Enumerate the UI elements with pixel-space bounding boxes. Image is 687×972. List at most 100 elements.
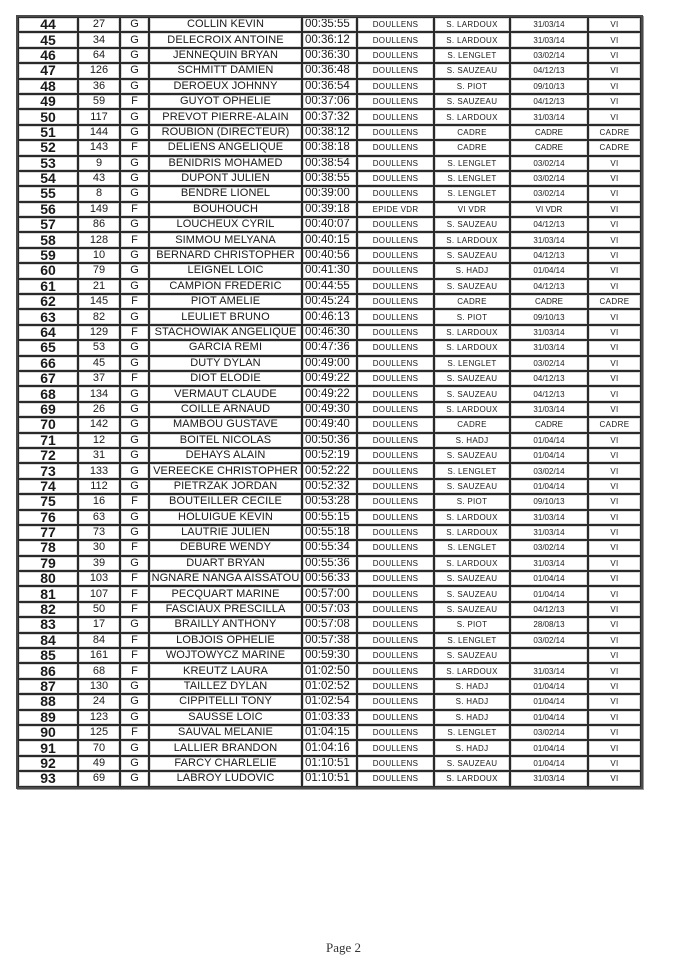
sex-value: F — [131, 295, 138, 308]
bib-value: 70 — [92, 741, 106, 754]
sex-cell: F — [120, 540, 149, 556]
date-cell: 03/02/14 — [510, 540, 588, 556]
coach-value: S. SAUZEAU — [446, 220, 498, 230]
place-cell: 68 — [18, 386, 78, 402]
place-value: 78 — [40, 540, 56, 556]
sex-value: G — [130, 218, 139, 231]
date-value: VI VDR — [535, 204, 563, 214]
date-cell: 03/02/14 — [510, 186, 588, 202]
club-value: DOULLENS — [372, 20, 419, 30]
runner-name: DUPONT JULIEN — [181, 172, 270, 185]
bib-value: 84 — [92, 633, 106, 646]
place-cell: 82 — [18, 601, 78, 618]
time-cell: 00:38:54 — [302, 155, 357, 171]
date-cell: 01/04/14 — [510, 678, 588, 695]
runner-name: LOUCHEUX CYRIL — [176, 218, 275, 231]
sex-cell: G — [120, 155, 149, 171]
time-cell: 00:52:32 — [302, 478, 357, 495]
bib-value: 68 — [92, 664, 106, 677]
coach-value: S. LENGLET — [447, 728, 497, 738]
date-cell: 31/03/14 — [510, 32, 588, 48]
runner-name: PREVOT PIERRE-ALAIN — [162, 110, 289, 123]
bib-cell: 86 — [78, 217, 120, 233]
sex-value: G — [130, 449, 139, 462]
level-value: VI — [610, 204, 619, 214]
bib-cell: 27 — [78, 17, 120, 33]
coach-value: S. HADJ — [455, 697, 489, 707]
level-value: VI — [610, 20, 619, 30]
bib-cell: 117 — [78, 109, 120, 125]
date-cell: 31/03/14 — [510, 771, 588, 787]
finish-time: 00:45:24 — [305, 295, 350, 308]
coach-value: S. LARDOUX — [446, 328, 498, 337]
coach-value: S. LENGLET — [447, 158, 497, 168]
table-row: 78 30 F DEBURE WENDY 00:55:34 DOULLENS S… — [18, 540, 641, 556]
club-value: DOULLENS — [372, 497, 419, 507]
name-cell: PIETRZAK JORDAN — [149, 478, 302, 495]
table-row: 82 50 F FASCIAUX PRESCILLA 00:57:03 DOUL… — [18, 601, 641, 618]
bib-value: 37 — [92, 372, 106, 385]
finish-time: 00:44:55 — [305, 279, 350, 292]
level-cell: VI — [588, 32, 641, 48]
bib-value: 86 — [92, 218, 106, 231]
runner-name: PIOT AMELIE — [190, 295, 261, 308]
name-cell: FASCIAUX PRESCILLA — [149, 601, 302, 618]
sex-cell: G — [120, 124, 149, 141]
club-cell: DOULLENS — [357, 478, 434, 495]
place-cell: 83 — [18, 617, 78, 633]
club-cell: DOULLENS — [357, 463, 434, 479]
date-value: 01/04/14 — [533, 435, 565, 445]
sex-cell: G — [120, 417, 149, 433]
name-cell: BOITEL NICOLAS — [149, 432, 302, 448]
table-row: 54 43 G DUPONT JULIEN 00:38:55 DOULLENS … — [18, 170, 641, 187]
level-value: VI — [610, 697, 619, 707]
coach-cell: CADRE — [434, 124, 510, 141]
name-cell: GUYOT OPHELIE — [149, 93, 302, 110]
bib-value: 126 — [89, 64, 109, 77]
club-value: DOULLENS — [372, 543, 419, 553]
sex-value: G — [130, 110, 139, 123]
finish-time: 00:49:00 — [305, 356, 350, 369]
level-value: VI — [610, 589, 619, 599]
date-value: 03/02/14 — [533, 174, 565, 184]
name-cell: JENNEQUIN BRYAN — [149, 47, 302, 64]
level-value: VI — [610, 81, 619, 91]
name-cell: TAILLEZ DYLAN — [149, 678, 302, 695]
club-value: DOULLENS — [372, 266, 419, 276]
finish-time: 00:39:18 — [305, 202, 350, 215]
table-row: 50 117 G PREVOT PIERRE-ALAIN 00:37:32 DO… — [18, 109, 641, 125]
date-value: 31/03/14 — [533, 774, 565, 784]
bib-cell: 103 — [78, 571, 120, 587]
name-cell: HOLUIGUE KEVIN — [149, 509, 302, 525]
coach-cell: S. LARDOUX — [434, 109, 510, 125]
sex-cell: G — [120, 755, 149, 772]
finish-time: 01:10:51 — [305, 772, 350, 785]
club-value: DOULLENS — [372, 697, 419, 707]
place-cell: 73 — [18, 463, 78, 479]
bib-value: 125 — [89, 726, 109, 739]
sex-value: G — [130, 526, 139, 539]
coach-cell: S. SAUZEAU — [434, 571, 510, 587]
time-cell: 00:38:12 — [302, 124, 357, 141]
name-cell: DUPONT JULIEN — [149, 170, 302, 187]
name-cell: BRAILLY ANTHONY — [149, 617, 302, 633]
club-cell: DOULLENS — [357, 278, 434, 295]
name-cell: GARCIA REMI — [149, 340, 302, 356]
runner-name: FARCY CHARLELIE — [174, 756, 277, 769]
sex-value: G — [130, 679, 139, 692]
club-cell: DOULLENS — [357, 309, 434, 325]
level-cell: VI — [588, 278, 641, 295]
finish-time: 00:40:07 — [305, 218, 350, 231]
coach-cell: CADRE — [434, 140, 510, 156]
level-value: VI — [610, 389, 619, 399]
level-cell: VI — [588, 601, 641, 618]
name-cell: ROUBION (DIRECTEUR) — [149, 124, 302, 141]
club-cell: DOULLENS — [357, 617, 434, 633]
date-value: 03/02/14 — [533, 728, 565, 738]
bib-cell: 49 — [78, 755, 120, 772]
date-cell: 31/03/14 — [510, 509, 588, 525]
coach-value: CADRE — [457, 297, 487, 307]
name-cell: SIMMOU MELYANA — [149, 232, 302, 248]
runner-name: STACHOWIAK ANGELIQUE — [154, 326, 297, 338]
time-cell: 00:44:55 — [302, 278, 357, 295]
